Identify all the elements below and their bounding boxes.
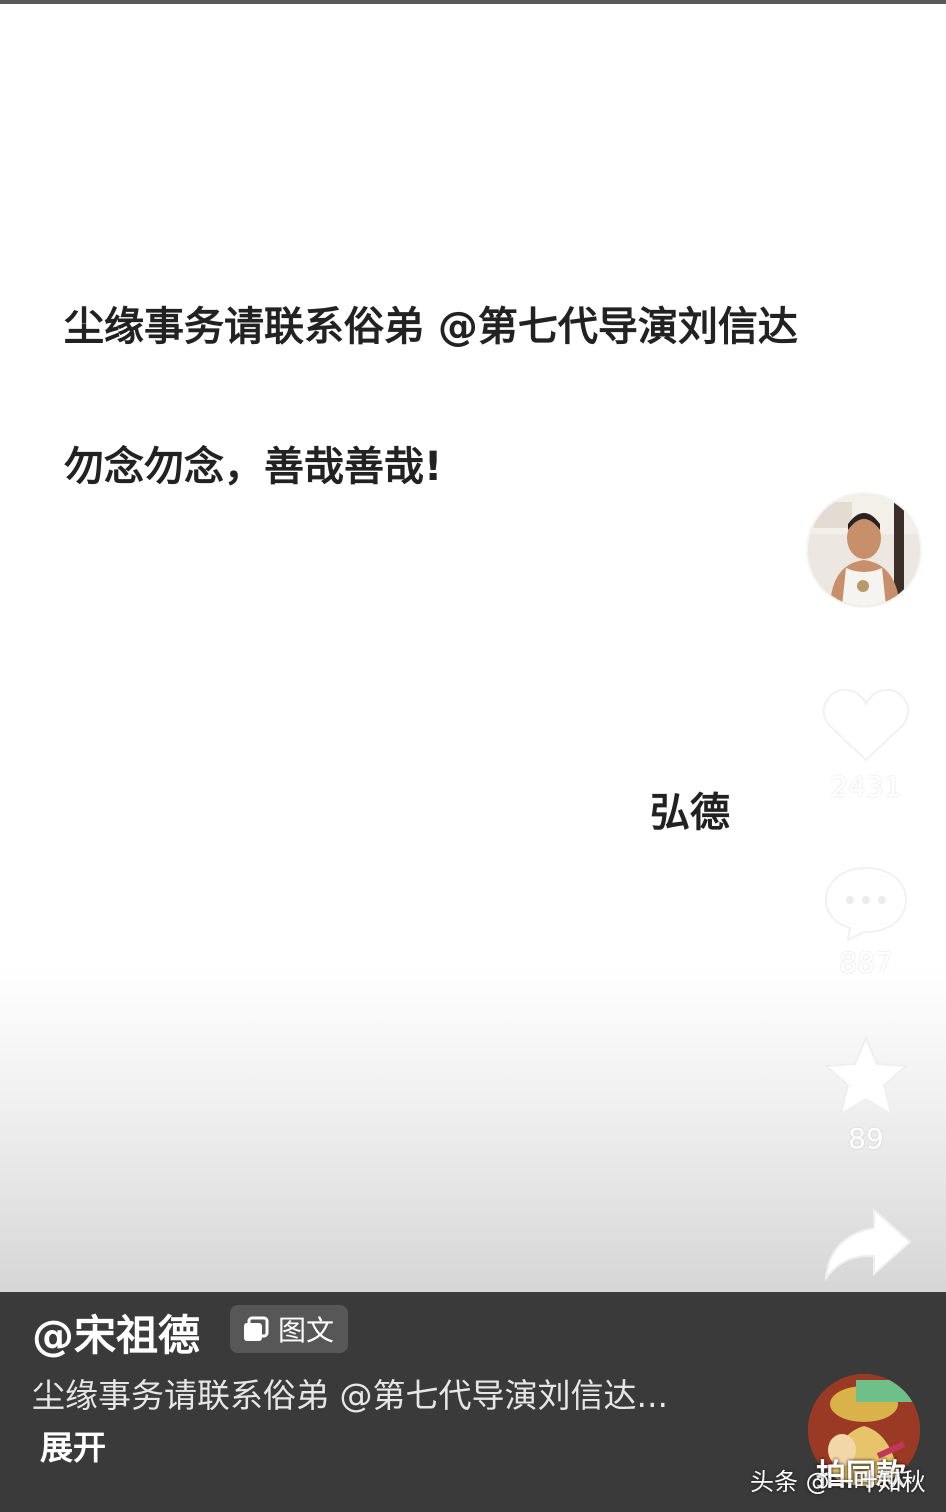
avatar-photo-icon — [808, 494, 920, 606]
post-description[interactable]: 尘缘事务请联系俗弟 @第七代导演刘信达... 展开 — [32, 1370, 682, 1474]
like-count: 2431 — [830, 770, 902, 803]
share-arrow-icon[interactable] — [820, 1206, 912, 1282]
author-avatar[interactable] — [808, 494, 920, 606]
post-signature: 弘德 — [650, 790, 730, 836]
post-description-text: 尘缘事务请联系俗弟 @第七代导演刘信达... — [32, 1376, 668, 1415]
expand-link[interactable]: 展开 — [40, 1428, 106, 1467]
watermark: 头条 @一叶知秋 — [750, 1468, 926, 1496]
image-text-icon — [244, 1316, 269, 1341]
like-heart-icon[interactable] — [820, 684, 912, 764]
comment-count: 887 — [839, 946, 893, 979]
post-text-line-1: 尘缘事务请联系俗弟 @第七代导演刘信达 — [64, 304, 798, 350]
comment-bubble-icon[interactable] — [820, 862, 912, 942]
post-text-line-2: 勿念勿念，善哉善哉! — [64, 444, 443, 490]
favorite-star-icon[interactable] — [820, 1034, 912, 1118]
post-type-badge: 图文 — [230, 1305, 349, 1353]
post-type-label: 图文 — [278, 1314, 335, 1347]
author-handle[interactable]: @宋祖德 — [32, 1302, 200, 1363]
post-canvas[interactable]: 尘缘事务请联系俗弟 @第七代导演刘信达 勿念勿念，善哉善哉! 弘德 — [0, 4, 946, 1292]
favorite-count: 89 — [848, 1122, 884, 1155]
